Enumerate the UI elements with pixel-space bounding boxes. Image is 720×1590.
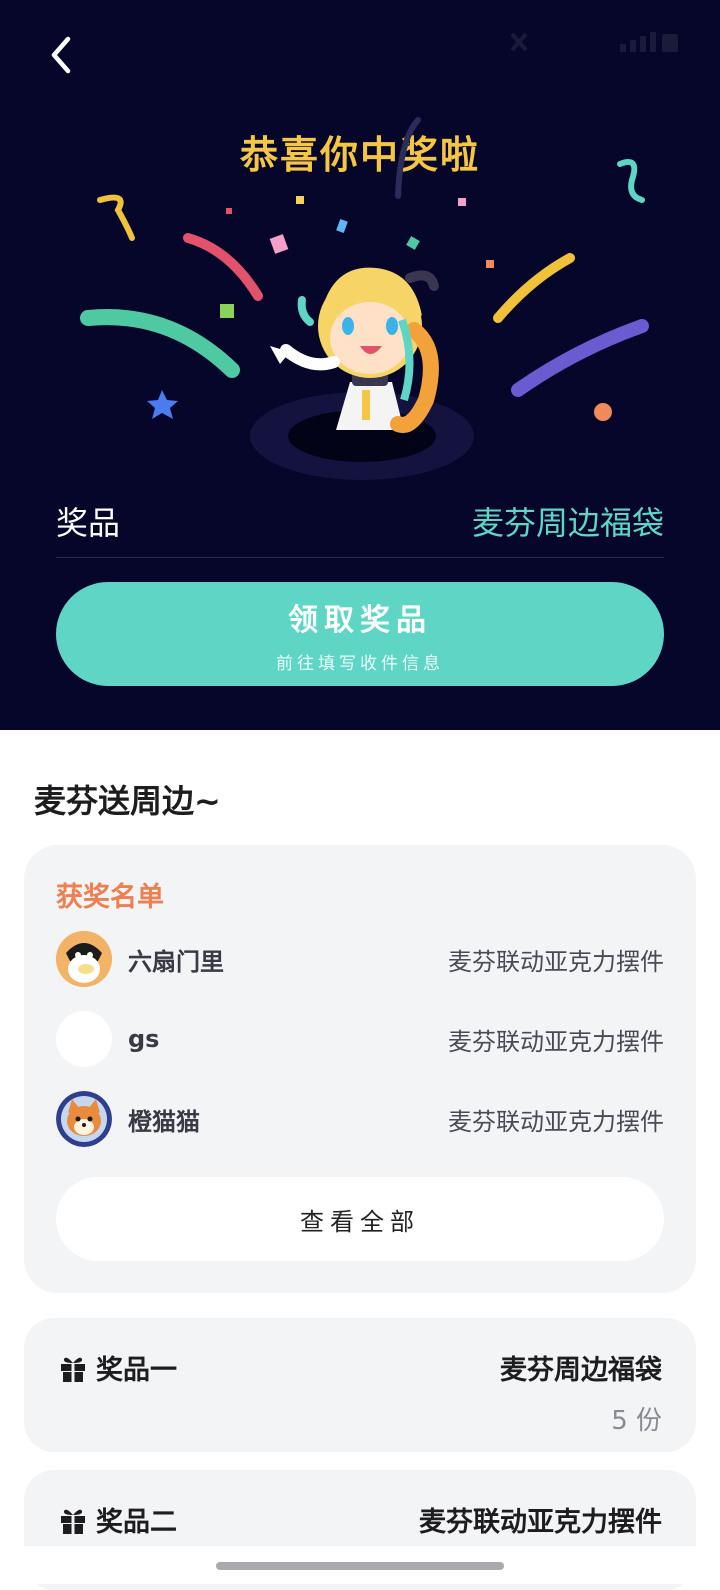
prize-card-title: 奖品一	[58, 1348, 177, 1387]
chevron-left-icon	[51, 36, 71, 74]
prize-value: 麦芬周边福袋	[471, 504, 664, 542]
back-button[interactable]	[36, 30, 86, 80]
winner-row: gs 麦芬联动亚克力摆件	[56, 1009, 664, 1069]
winners-label: 获奖名单	[56, 882, 164, 913]
prize-card-label: 奖品二	[96, 1507, 177, 1538]
claim-button-label: 领取奖品	[288, 602, 432, 638]
prize-card-name: 麦芬周边福袋	[500, 1355, 662, 1386]
winner-name: 六扇门里	[128, 947, 224, 976]
gift-icon	[61, 1509, 85, 1534]
prize-card-title: 奖品二	[58, 1500, 177, 1539]
avatar[interactable]	[56, 931, 112, 987]
claim-button-subtitle: 前往填写收件信息	[276, 653, 444, 674]
winner-name: 橙猫猫	[128, 1107, 200, 1136]
prize-card: 奖品一 麦芬周边福袋 5 份	[24, 1318, 696, 1452]
winner-row: 六扇门里 麦芬联动亚克力摆件	[56, 929, 664, 989]
winner-prize: 麦芬联动亚克力摆件	[448, 1107, 664, 1136]
avatar[interactable]	[56, 1011, 112, 1067]
hero-banner: 恭喜你中奖啦 奖品 麦芬周边福袋 领取奖品 前往填写收件信息	[0, 0, 720, 730]
home-indicator[interactable]	[216, 1562, 504, 1570]
celebration-illustration	[80, 117, 649, 480]
signal-icon	[620, 32, 678, 52]
winner-prize: 麦芬联动亚克力摆件	[448, 947, 664, 976]
winner-prize: 麦芬联动亚克力摆件	[448, 1027, 664, 1056]
winner-name: gs	[128, 1025, 160, 1053]
winners-card: 获奖名单 六扇门里 麦芬联动亚克力摆件 gs 麦芬联动亚克力摆件 橙猫猫 麦芬联…	[24, 845, 696, 1293]
prize-card-qty: 5 份	[611, 1406, 662, 1436]
nfc-icon	[510, 32, 528, 52]
status-bar-icons	[508, 28, 680, 56]
prize-row: 奖品 麦芬周边福袋	[56, 485, 664, 558]
prize-card-name: 麦芬联动亚克力摆件	[419, 1507, 662, 1538]
section-title: 麦芬送周边~	[34, 782, 221, 820]
winner-row: 橙猫猫 麦芬联动亚克力摆件	[56, 1089, 664, 1149]
gift-icon	[61, 1357, 85, 1382]
prize-label: 奖品	[56, 504, 121, 542]
prize-card-label: 奖品一	[96, 1355, 177, 1386]
view-all-button[interactable]: 查看全部	[56, 1177, 664, 1261]
claim-prize-button[interactable]: 领取奖品 前往填写收件信息	[56, 582, 664, 686]
avatar[interactable]	[56, 1091, 112, 1147]
